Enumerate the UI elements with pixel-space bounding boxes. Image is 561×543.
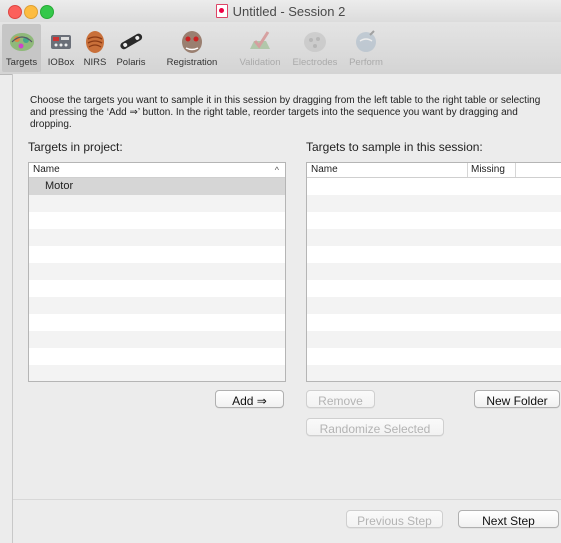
empty-row: [307, 246, 561, 263]
empty-row: [307, 297, 561, 314]
name-column-header[interactable]: Name: [311, 164, 338, 175]
footer-divider: [13, 499, 561, 500]
session-targets-table[interactable]: Name Missing: [306, 162, 561, 382]
targets-pane: Choose the targets you want to sample it…: [12, 74, 561, 543]
toolbar-item-targets[interactable]: Targets: [2, 24, 41, 72]
empty-row: [29, 280, 285, 297]
toolbar-item-validation[interactable]: Validation: [234, 24, 286, 72]
project-targets-header: Name ^: [29, 163, 285, 178]
toolbar-item-perform[interactable]: Perform: [344, 24, 388, 72]
polaris-icon: [120, 33, 143, 50]
remove-button[interactable]: Remove: [306, 390, 375, 408]
empty-row: [307, 331, 561, 348]
empty-row: [307, 280, 561, 297]
nirs-icon: [86, 31, 104, 53]
missing-column-header[interactable]: Missing: [471, 164, 505, 175]
table-row[interactable]: Motor: [29, 178, 285, 195]
validation-icon: [250, 31, 270, 49]
toolbar-item-electrodes[interactable]: Electrodes: [288, 24, 342, 72]
toolbar-item-polaris[interactable]: Polaris: [112, 24, 150, 72]
randomize-selected-button[interactable]: Randomize Selected: [306, 418, 444, 436]
empty-row: [29, 246, 285, 263]
targets-in-project-heading: Targets in project:: [28, 140, 123, 154]
empty-row: [307, 365, 561, 381]
targets-to-sample-heading: Targets to sample in this session:: [306, 140, 483, 154]
empty-row: [29, 297, 285, 314]
empty-row: [29, 263, 285, 280]
empty-row: [29, 195, 285, 212]
empty-row: [29, 212, 285, 229]
column-divider: [467, 163, 468, 177]
session-targets-rows: [307, 178, 561, 381]
empty-row: [29, 348, 285, 365]
empty-row: [307, 212, 561, 229]
empty-row: [307, 195, 561, 212]
empty-row: [307, 178, 561, 195]
toolbar-item-iobox[interactable]: IOBox: [44, 24, 78, 72]
empty-row: [29, 229, 285, 246]
empty-row: [307, 314, 561, 331]
sort-ascending-icon: ^: [274, 165, 279, 175]
perform-icon: [356, 30, 376, 52]
window-title: Untitled - Session 2: [232, 4, 346, 19]
name-column-header[interactable]: Name: [33, 164, 60, 175]
empty-row: [307, 263, 561, 280]
empty-row: [307, 229, 561, 246]
previous-step-button[interactable]: Previous Step: [346, 510, 443, 528]
project-targets-rows: Motor: [29, 178, 285, 381]
add-button[interactable]: Add ⇒: [215, 390, 284, 408]
electrodes-icon: [304, 32, 326, 52]
targets-icon: [9, 33, 34, 51]
empty-row: [307, 348, 561, 365]
empty-row: [29, 365, 285, 381]
new-folder-button[interactable]: New Folder: [474, 390, 560, 408]
iobox-icon: [51, 35, 71, 49]
empty-row: [29, 314, 285, 331]
instructions-text: Choose the targets you want to sample it…: [30, 95, 541, 130]
toolbar: Targets IOBox NIRS Polaris Registration …: [0, 22, 561, 75]
registration-icon: [182, 31, 202, 53]
project-targets-table[interactable]: Name ^ Motor: [28, 162, 286, 382]
empty-row: [29, 331, 285, 348]
column-divider: [515, 163, 516, 177]
title-bar: Untitled - Session 2: [0, 0, 561, 22]
target-name-cell: Motor: [45, 180, 74, 192]
session-targets-header: Name Missing: [307, 163, 561, 178]
toolbar-item-nirs[interactable]: NIRS: [80, 24, 110, 72]
next-step-button[interactable]: Next Step: [458, 510, 559, 528]
document-icon: [215, 4, 228, 18]
window-title-area: Untitled - Session 2: [0, 4, 561, 19]
toolbar-item-registration[interactable]: Registration: [152, 24, 232, 72]
